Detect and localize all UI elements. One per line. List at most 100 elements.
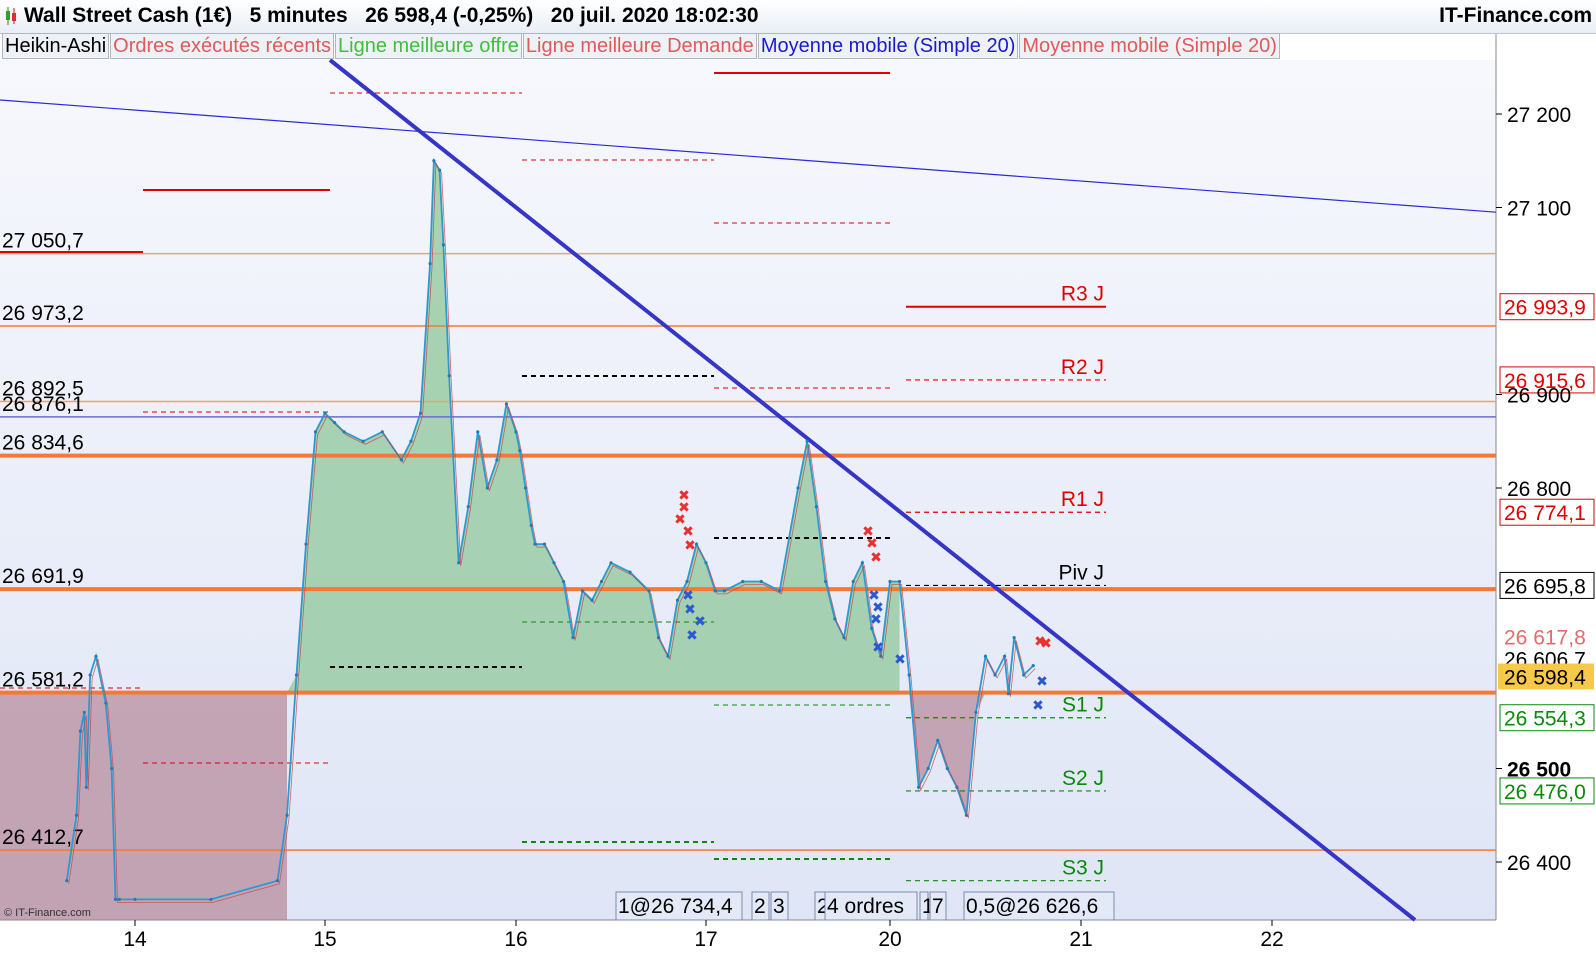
price-point xyxy=(879,654,883,658)
price-point xyxy=(713,589,717,593)
x-axis-panel[interactable] xyxy=(0,920,1596,953)
legend-item-ordres-executes[interactable]: Ordres exécutés récents xyxy=(110,33,335,59)
price-point xyxy=(945,766,949,771)
price-point xyxy=(842,636,846,640)
price-point xyxy=(104,701,108,705)
price-point xyxy=(294,673,299,677)
reference-line-label: 26 581,2 xyxy=(2,669,84,692)
sell-order-marker[interactable]: ✖ xyxy=(1040,635,1052,651)
price-point xyxy=(609,561,613,565)
price-point xyxy=(860,561,865,565)
sell-order-marker[interactable]: ✖ xyxy=(870,549,882,565)
price-point xyxy=(993,673,997,677)
price-point xyxy=(647,589,651,593)
price-point xyxy=(117,897,121,902)
price-point xyxy=(438,168,442,172)
price-point xyxy=(888,579,892,584)
y-tick-label: 27 200 xyxy=(1507,104,1571,127)
price-point xyxy=(74,813,79,817)
reference-line-label: 26 876,1 xyxy=(2,393,84,416)
right-price-label: 26 598,4 xyxy=(1504,666,1586,689)
chart-title: Wall Street Cash (1€) 5 minutes 26 598,4… xyxy=(24,4,759,27)
candlestick-icon xyxy=(6,7,16,25)
y-tick-label: 26 900 xyxy=(1507,385,1571,408)
price-point xyxy=(380,430,384,434)
y-tick-label: 27 100 xyxy=(1507,198,1571,221)
legend-bar: Heikin-Ashi Ordres exécutés récents Lign… xyxy=(2,33,1281,59)
reference-line-label: 26 691,9 xyxy=(2,565,84,588)
price-point xyxy=(209,897,213,902)
price-point xyxy=(656,636,661,640)
x-tick-label: 21 xyxy=(1069,928,1092,951)
buy-order-marker[interactable]: ✖ xyxy=(1036,673,1048,689)
site-name[interactable]: IT-Finance.com xyxy=(1439,4,1592,28)
price-point xyxy=(917,785,921,789)
legend-item-heikin-ashi[interactable]: Heikin-Ashi xyxy=(2,33,110,59)
price-point xyxy=(851,579,855,584)
price-point xyxy=(518,449,522,453)
price-point xyxy=(926,766,930,771)
chart-area[interactable]: 27 050,726 973,226 892,526 876,126 834,6… xyxy=(0,0,1596,953)
pivot-label: R1 J xyxy=(1061,488,1104,511)
price-point xyxy=(457,561,461,565)
pivot-price-label: 26 774,1 xyxy=(1504,502,1586,525)
buy-order-marker[interactable]: ✖ xyxy=(1032,697,1044,713)
reference-line-label: 26 834,6 xyxy=(2,432,84,455)
price-point xyxy=(590,598,594,602)
price-point xyxy=(824,579,828,584)
price-point xyxy=(409,439,413,443)
price-point xyxy=(580,589,585,593)
sell-order-marker[interactable]: ✖ xyxy=(684,537,696,553)
price-point xyxy=(113,897,118,902)
buy-order-marker[interactable]: ✖ xyxy=(870,611,882,627)
price-point xyxy=(285,813,289,817)
y-tick-label: 26 800 xyxy=(1507,478,1571,501)
order-box-label: 4 ordres xyxy=(827,895,904,918)
buy-order-marker[interactable]: ✖ xyxy=(894,651,906,667)
legend-item-meilleure-offre[interactable]: Ligne meilleure offre xyxy=(335,33,522,59)
price-point xyxy=(529,523,533,528)
price-point xyxy=(796,486,800,490)
price-point xyxy=(447,374,451,378)
price-point xyxy=(495,458,499,462)
bearish-fill-area xyxy=(0,692,287,920)
reference-line-label: 27 050,7 xyxy=(2,230,84,253)
price-point xyxy=(983,654,988,658)
price-point xyxy=(275,879,280,883)
price-point xyxy=(441,243,446,247)
price-point xyxy=(685,579,689,584)
price-point xyxy=(84,785,88,789)
pivot-label: S2 J xyxy=(1062,767,1104,790)
price-point xyxy=(133,897,137,902)
buy-order-marker[interactable]: ✖ xyxy=(686,627,698,643)
price-point xyxy=(485,486,489,490)
price-point xyxy=(399,458,403,462)
price-point xyxy=(870,626,874,630)
watermark: © IT-Finance.com xyxy=(4,907,91,919)
price-point xyxy=(542,542,547,546)
x-tick-label: 16 xyxy=(504,928,527,951)
price-point xyxy=(1006,692,1011,696)
x-tick-label: 17 xyxy=(694,928,717,951)
legend-item-mm20-blue[interactable]: Moyenne mobile (Simple 20) xyxy=(757,33,1019,59)
price-point xyxy=(88,673,92,677)
x-tick-label: 15 xyxy=(313,928,336,951)
legend-item-meilleure-demande[interactable]: Ligne meilleure Demande xyxy=(522,33,757,59)
price-point xyxy=(323,411,327,415)
buy-order-marker[interactable]: ✖ xyxy=(872,639,884,655)
price-point xyxy=(666,654,670,658)
y-tick-label: 26 400 xyxy=(1507,852,1571,875)
price-point xyxy=(94,654,98,658)
price-point xyxy=(418,411,423,415)
pivot-label: R3 J xyxy=(1061,283,1104,306)
price-point xyxy=(974,710,978,715)
price-point xyxy=(778,589,782,593)
pivot-label: S3 J xyxy=(1062,857,1104,880)
legend-item-mm20-red[interactable]: Moyenne mobile (Simple 20) xyxy=(1019,33,1280,59)
right-price-label: 26 617,8 xyxy=(1504,626,1586,649)
price-point xyxy=(523,486,528,490)
price-point xyxy=(504,402,509,406)
price-point xyxy=(936,738,940,743)
price-point xyxy=(1031,664,1035,668)
price-point xyxy=(722,589,727,593)
